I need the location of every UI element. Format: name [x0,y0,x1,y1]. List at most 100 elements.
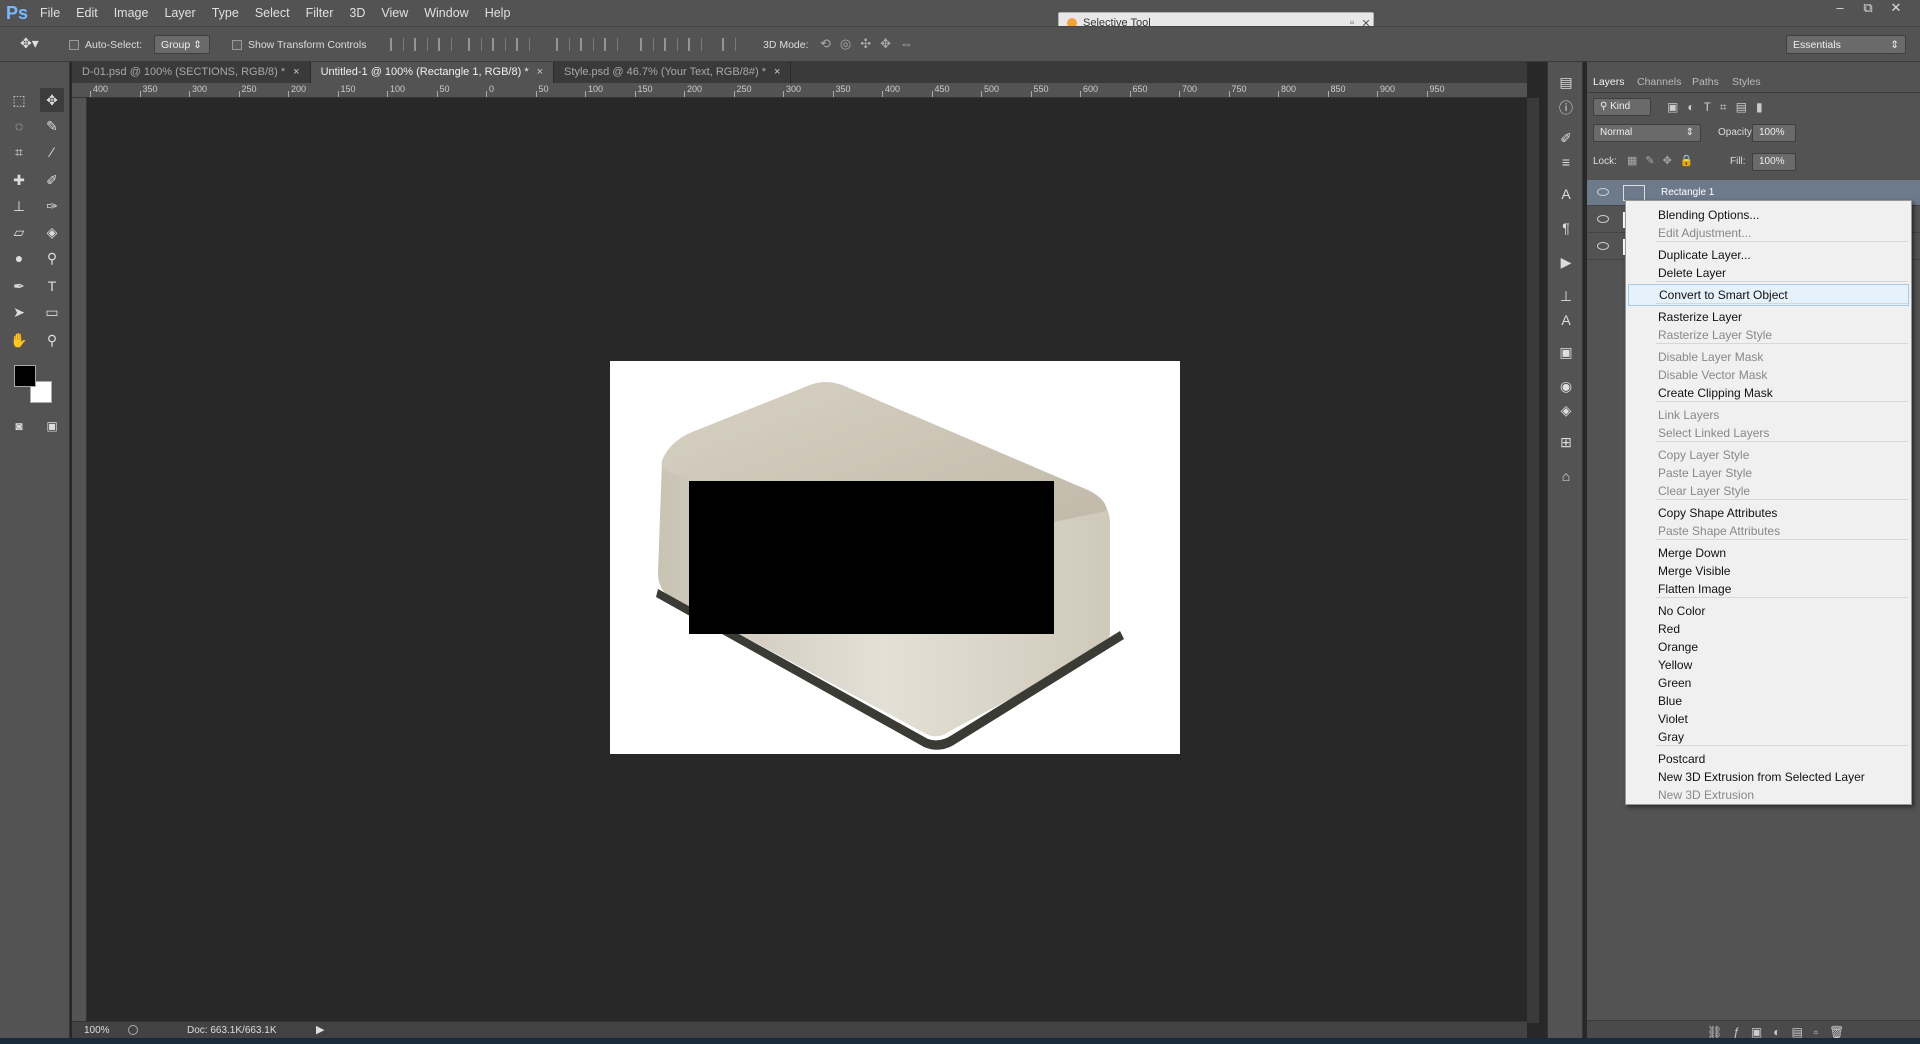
tab-channels[interactable]: Channels [1637,76,1681,88]
visibility-eye-icon[interactable] [1597,188,1609,196]
brush-presets-icon[interactable]: ≡ [1556,152,1576,172]
clone-source-icon[interactable]: ⊥ [1556,286,1576,306]
path-selection-tool-icon[interactable]: ➤ [7,300,31,324]
tab-paths[interactable]: Paths [1692,76,1719,88]
screen-mode-icon[interactable]: ▣ [40,414,64,438]
distribute-vcenter-icon[interactable] [580,38,594,51]
tab-close-icon[interactable]: × [774,66,780,78]
paragraph-panel-icon[interactable]: ¶ [1556,218,1576,238]
tab-d01[interactable]: D-01.psd @ 100% (SECTIONS, RGB/8) * × [72,62,311,83]
properties-panel-icon[interactable]: ▣ [1556,342,1576,362]
menu-type[interactable]: Type [204,0,247,26]
character-panel-icon[interactable]: A [1556,184,1576,204]
horizontal-ruler[interactable]: 400 350 300 250 200 150 100 50 0 50 100 150 200 250 30… [72,83,1527,98]
crop-tool-icon[interactable]: ⌗ [7,140,31,164]
status-info-icon[interactable] [128,1025,138,1035]
eyedropper-tool-icon[interactable]: ⁄ [40,140,64,164]
status-arrow-icon[interactable]: ▶ [316,1023,324,1036]
foreground-color-swatch-top[interactable] [14,365,36,387]
layer-footer-icons[interactable]: ⛓ƒ▣◐▤▫🗑 [1707,1025,1855,1039]
close-button[interactable]: ✕ [1882,0,1910,18]
tab-styles[interactable]: Styles [1732,76,1761,88]
workspace-dropdown[interactable]: Essentials ⇕ [1786,35,1906,54]
menu-file[interactable]: File [32,0,68,26]
kuler-panel-icon[interactable]: ◉ [1556,376,1576,396]
timeline-panel-icon[interactable]: ⊞ [1556,432,1576,452]
auto-align-icon[interactable] [722,38,736,51]
fill-input[interactable]: 100% [1752,153,1796,171]
marquee-tool-icon[interactable]: ⬚ [7,88,31,112]
hand-tool-icon[interactable]: ✋ [7,328,31,352]
pen-tool-icon[interactable]: ✒ [7,274,31,298]
notes-panel-icon[interactable]: ⌂ [1556,466,1576,486]
distribute-hcenter-icon[interactable] [664,38,678,51]
history-panel-icon[interactable]: ▤ [1556,72,1576,92]
info-panel-icon[interactable]: ⓘ [1556,98,1576,118]
brush-panel-icon[interactable]: ✐ [1556,128,1576,148]
history-brush-tool-icon[interactable]: ✑ [40,194,64,218]
align-bottom-icon[interactable] [438,38,452,51]
menu-layer[interactable]: Layer [156,0,203,26]
menu-help[interactable]: Help [477,0,519,26]
auto-select-dropdown[interactable]: Group ⇕ [154,35,210,54]
align-left-icon[interactable] [468,38,482,51]
menu-edit[interactable]: Edit [68,0,106,26]
lock-icons[interactable]: ▦✎✥🔒 [1627,154,1702,167]
move-tool-preset-icon[interactable]: ✥▾ [20,35,39,52]
rectangle-tool-icon[interactable]: ▭ [40,300,64,324]
distribute-bottom-icon[interactable] [604,38,618,51]
menu-filter[interactable]: Filter [298,0,342,26]
zoom-level[interactable]: 100% [84,1025,110,1036]
align-vcenter-icon[interactable] [414,38,428,51]
auto-select-checkbox[interactable] [69,40,79,50]
eraser-tool-icon[interactable]: ▱ [7,220,31,244]
vertical-scrollbar[interactable] [1527,98,1539,1023]
quick-select-tool-icon[interactable]: ✎ [40,114,64,138]
show-transform-checkbox[interactable] [232,40,242,50]
zoom-tool-icon[interactable]: ⚲ [40,328,64,352]
move-tool-icon[interactable]: ✥ [40,88,64,112]
menu-separator [1656,499,1908,500]
tab-layers[interactable]: Layers [1593,76,1625,88]
opacity-input[interactable]: 100% [1752,124,1796,142]
blur-tool-icon[interactable]: ● [7,246,31,270]
quick-mask-icon[interactable]: ◙ [7,414,31,438]
healing-brush-tool-icon[interactable]: ✚ [7,168,31,192]
menu-view[interactable]: View [373,0,416,26]
distribute-right-icon[interactable] [688,38,702,51]
canvas-area[interactable] [87,98,1527,1023]
clone-stamp-tool-icon[interactable]: ⊥ [7,194,31,218]
align-top-icon[interactable] [390,38,404,51]
type-tool-icon[interactable]: T [40,274,64,298]
menu-select[interactable]: Select [247,0,298,26]
paint-bucket-tool-icon[interactable]: ◈ [40,220,64,244]
3d-mode-icons[interactable]: ⟲◎✣✥⇔ [820,36,922,52]
layer-name[interactable]: Rectangle 1 [1661,187,1714,198]
visibility-eye-icon[interactable] [1597,242,1609,250]
layer-filter-dropdown[interactable]: ⚲ Kind [1593,98,1651,116]
align-hcenter-icon[interactable] [492,38,506,51]
tab-untitled-1[interactable]: Untitled-1 @ 100% (Rectangle 1, RGB/8) *… [310,62,555,83]
menu-window[interactable]: Window [416,0,476,26]
brush-tool-icon[interactable]: ✐ [40,168,64,192]
3d-panel-icon[interactable]: ◈ [1556,400,1576,420]
tab-style[interactable]: Style.psd @ 46.7% (Your Text, RGB/8#) * × [554,62,792,83]
menu-3d[interactable]: 3D [341,0,373,26]
actions-panel-icon[interactable]: ▶ [1556,252,1576,272]
menu-image[interactable]: Image [106,0,157,26]
restore-button[interactable]: ⧉ [1854,0,1882,18]
character-styles-icon[interactable]: A [1556,310,1576,330]
blend-mode-dropdown[interactable]: Normal ⇕ [1593,124,1701,142]
visibility-eye-icon[interactable] [1597,215,1609,223]
document-canvas[interactable] [610,361,1180,754]
filter-icons[interactable]: ▣◐T⌗▤▮ [1667,100,1772,115]
lasso-tool-icon[interactable]: ◌ [7,114,31,138]
align-right-icon[interactable] [516,38,530,51]
dodge-tool-icon[interactable]: ⚲ [40,246,64,270]
distribute-left-icon[interactable] [640,38,654,51]
tab-close-icon[interactable]: × [293,66,299,78]
tab-close-icon[interactable]: × [537,66,543,78]
minimize-button[interactable]: – [1826,0,1854,18]
distribute-top-icon[interactable] [556,38,570,51]
vertical-ruler[interactable] [72,98,87,1023]
